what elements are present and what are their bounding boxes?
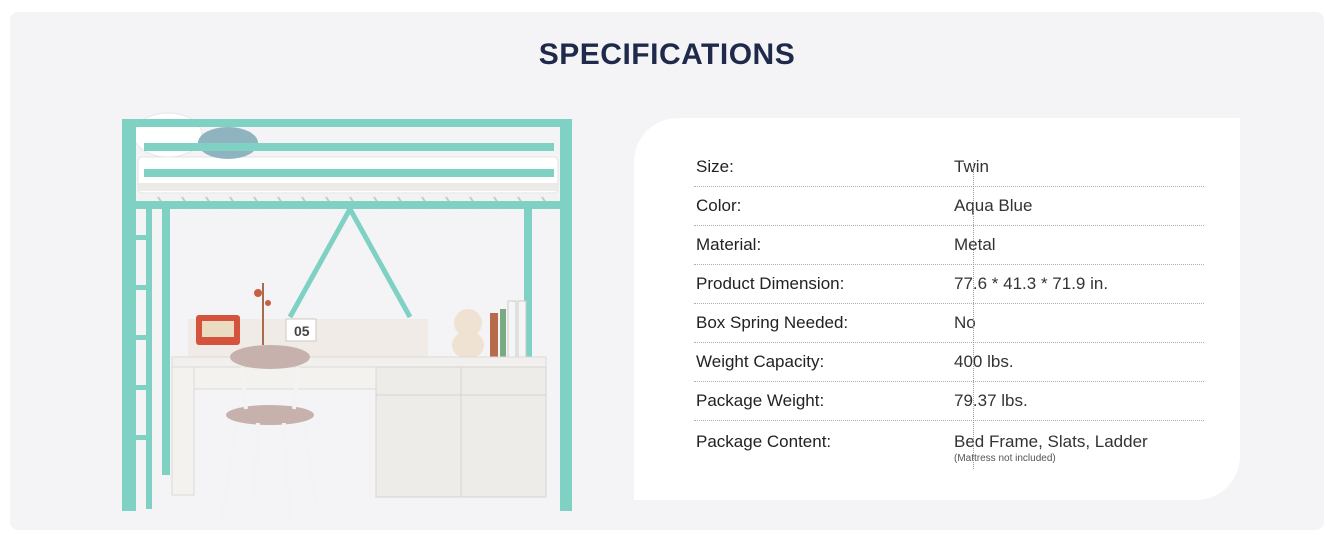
spec-value: No: [954, 313, 976, 332]
spec-value: Bed Frame, Slats, Ladder: [954, 432, 1148, 451]
spec-label: Box Spring Needed:: [696, 313, 849, 332]
spec-row-size: Size: Twin: [694, 148, 1204, 187]
spec-row-product-dimension: Product Dimension: 77.6 * 41.3 * 71.9 in…: [694, 265, 1204, 304]
footer-strip: [10, 530, 1324, 545]
spec-row-color: Color: Aqua Blue: [694, 187, 1204, 226]
spec-label: Material:: [696, 235, 762, 254]
spec-row-weight-capacity: Weight Capacity: 400 lbs.: [694, 343, 1204, 382]
spec-row-box-spring: Box Spring Needed: No: [694, 304, 1204, 343]
spec-value: 79.37 lbs.: [954, 391, 1028, 410]
spec-value: Metal: [954, 235, 996, 254]
spec-value-group: Bed Frame, Slats, Ladder (Mattress not i…: [952, 432, 1204, 464]
section-title: SPECIFICATIONS: [538, 38, 796, 71]
spec-value: Twin: [954, 157, 989, 176]
spec-label: Package Content:: [696, 432, 832, 451]
spec-note: (Mattress not included): [954, 453, 1056, 464]
spec-value: 77.6 * 41.3 * 71.9 in.: [954, 274, 1109, 293]
spec-label: Package Weight:: [696, 391, 825, 410]
spec-label: Color:: [696, 196, 742, 215]
loft-bed-with-desk-illustration: 05: [122, 112, 572, 522]
spec-value: Aqua Blue: [954, 196, 1033, 215]
spec-row-material: Material: Metal: [694, 226, 1204, 265]
specifications-card: Size: Twin Color: Aqua Blue Material: Me…: [634, 118, 1240, 500]
spec-row-package-weight: Package Weight: 79.37 lbs.: [694, 382, 1204, 421]
calendar-date: 05: [294, 323, 310, 339]
product-image: 05: [118, 105, 580, 525]
spec-label: Size:: [696, 157, 734, 176]
specifications-table: Size: Twin Color: Aqua Blue Material: Me…: [694, 148, 1204, 469]
column-divider: [973, 162, 974, 469]
spec-row-package-content: Package Content: Bed Frame, Slats, Ladde…: [694, 421, 1204, 469]
spec-label: Weight Capacity:: [696, 352, 825, 371]
spec-label: Product Dimension:: [696, 274, 845, 293]
spec-value: 400 lbs.: [954, 352, 1014, 371]
